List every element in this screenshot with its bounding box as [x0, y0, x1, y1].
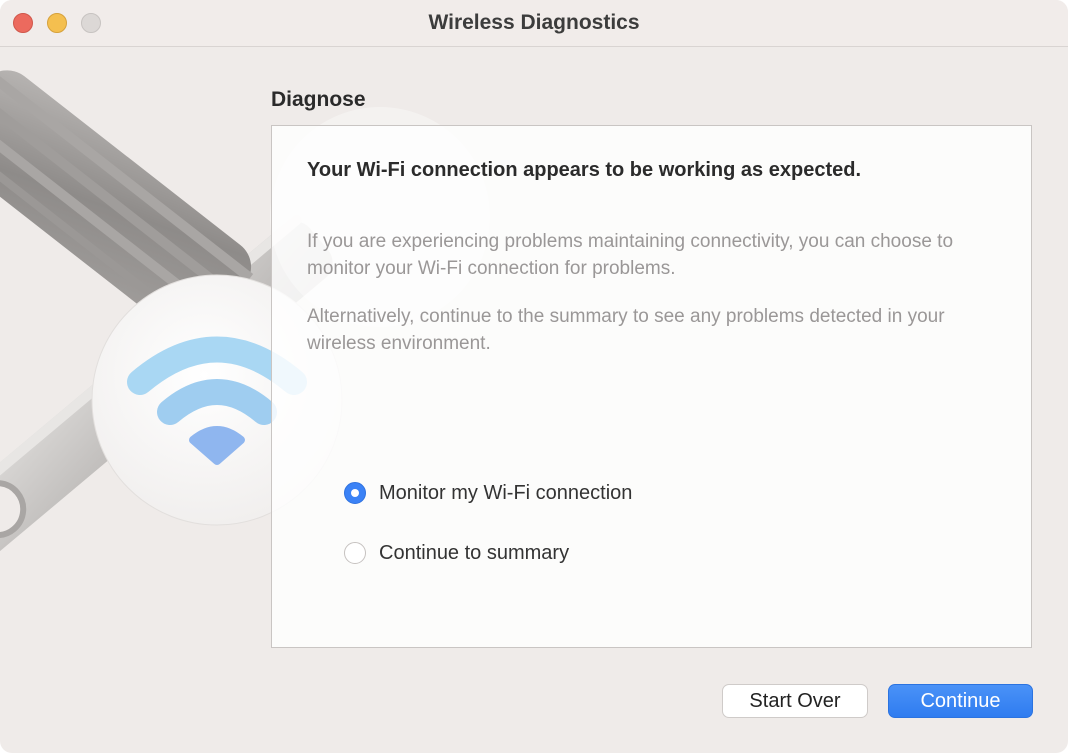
- option-label: Monitor my Wi-Fi connection: [379, 481, 633, 504]
- title-bar: Wireless Diagnostics: [0, 0, 1068, 47]
- start-over-button[interactable]: Start Over: [722, 684, 868, 718]
- wireless-diagnostics-window: Wireless Diagnostics Diagnose Your Wi-Fi…: [0, 0, 1068, 753]
- section-title: Diagnose: [271, 88, 366, 111]
- option-monitor-connection[interactable]: Monitor my Wi-Fi connection: [344, 480, 632, 506]
- option-continue-summary[interactable]: Continue to summary: [344, 540, 569, 566]
- window-title: Wireless Diagnostics: [428, 11, 640, 34]
- summary-description: Alternatively, continue to the summary t…: [307, 306, 945, 354]
- radio-unselected-icon[interactable]: [344, 542, 366, 564]
- monitor-description: If you are experiencing problems maintai…: [307, 231, 954, 279]
- diagnose-panel: Your Wi-Fi connection appears to be work…: [271, 125, 1032, 648]
- status-headline: Your Wi-Fi connection appears to be work…: [307, 159, 861, 181]
- continue-button[interactable]: Continue: [888, 684, 1033, 718]
- radio-selected-icon[interactable]: [344, 482, 366, 504]
- option-label: Continue to summary: [379, 541, 570, 564]
